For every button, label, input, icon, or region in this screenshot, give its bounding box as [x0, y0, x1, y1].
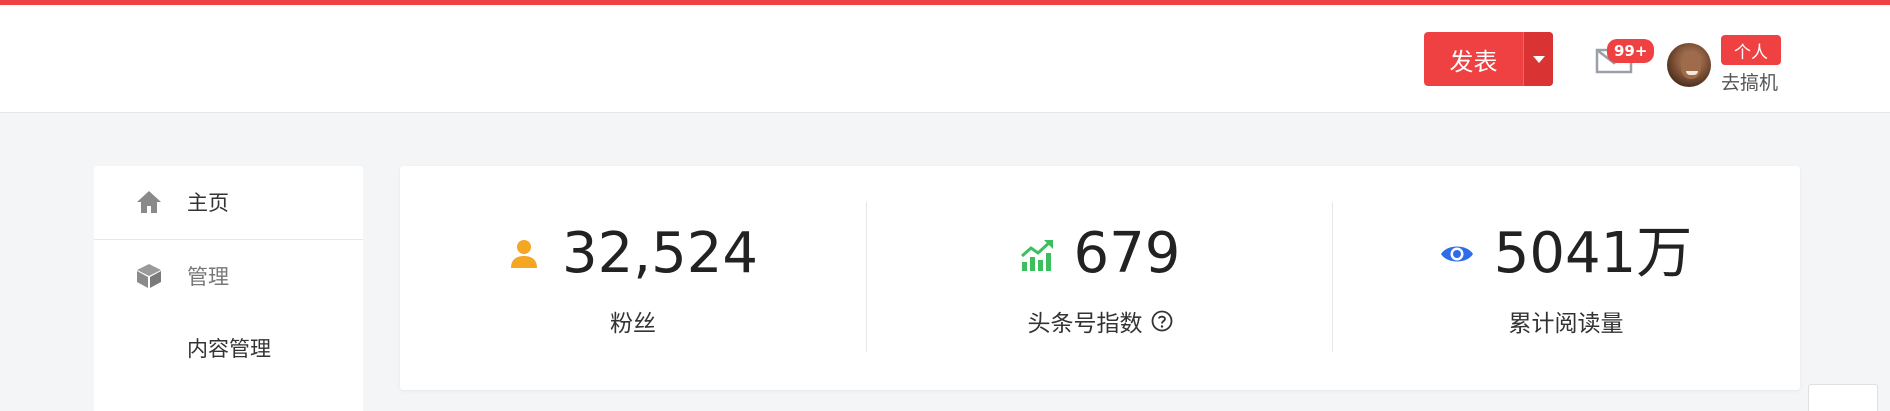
stat-value: 679	[1073, 221, 1181, 286]
personal-tag[interactable]: 个人	[1721, 35, 1781, 65]
username[interactable]: 去搞机	[1721, 68, 1778, 95]
publish-dropdown-toggle[interactable]	[1523, 32, 1553, 86]
sidebar-item-home[interactable]: 主页	[94, 166, 363, 238]
trend-up-chart-icon	[1020, 238, 1053, 271]
floating-tool-button[interactable]	[1808, 384, 1878, 411]
sidebar-item-label: 主页	[187, 191, 229, 215]
publish-button[interactable]: 发表	[1424, 32, 1523, 86]
stat-followers: 32,524 粉丝	[400, 166, 866, 390]
sidebar: 主页 管理 内容管理	[94, 166, 363, 411]
stat-label: 累计阅读量	[1508, 311, 1624, 337]
sidebar-item-manage[interactable]: 管理	[94, 240, 363, 312]
header: 发表 99+ 个人 去搞机	[0, 5, 1890, 113]
sidebar-item-label: 管理	[187, 265, 229, 289]
sidebar-item-label: 内容管理	[187, 337, 271, 361]
stats-panel: 32,524 粉丝 679 头条号指数 5041万 累计阅读量	[400, 166, 1800, 390]
avatar[interactable]	[1667, 43, 1711, 87]
stat-reads: 5041万 累计阅读量	[1333, 166, 1799, 390]
stat-label: 粉丝	[610, 311, 656, 337]
cube-icon	[136, 263, 162, 289]
stat-value: 32,524	[562, 221, 758, 286]
publish-button-group: 发表	[1424, 32, 1553, 86]
caret-down-icon	[1532, 55, 1545, 63]
sidebar-item-content-manage[interactable]: 内容管理	[94, 312, 363, 384]
stat-index: 679 头条号指数	[867, 166, 1333, 390]
notification-badge: 99+	[1607, 39, 1655, 63]
user-icon	[508, 238, 540, 270]
help-icon[interactable]	[1151, 310, 1173, 332]
stat-label: 头条号指数	[867, 304, 1333, 338]
home-icon	[136, 189, 162, 215]
stat-value: 5041万	[1493, 221, 1693, 286]
eye-icon	[1440, 238, 1473, 270]
